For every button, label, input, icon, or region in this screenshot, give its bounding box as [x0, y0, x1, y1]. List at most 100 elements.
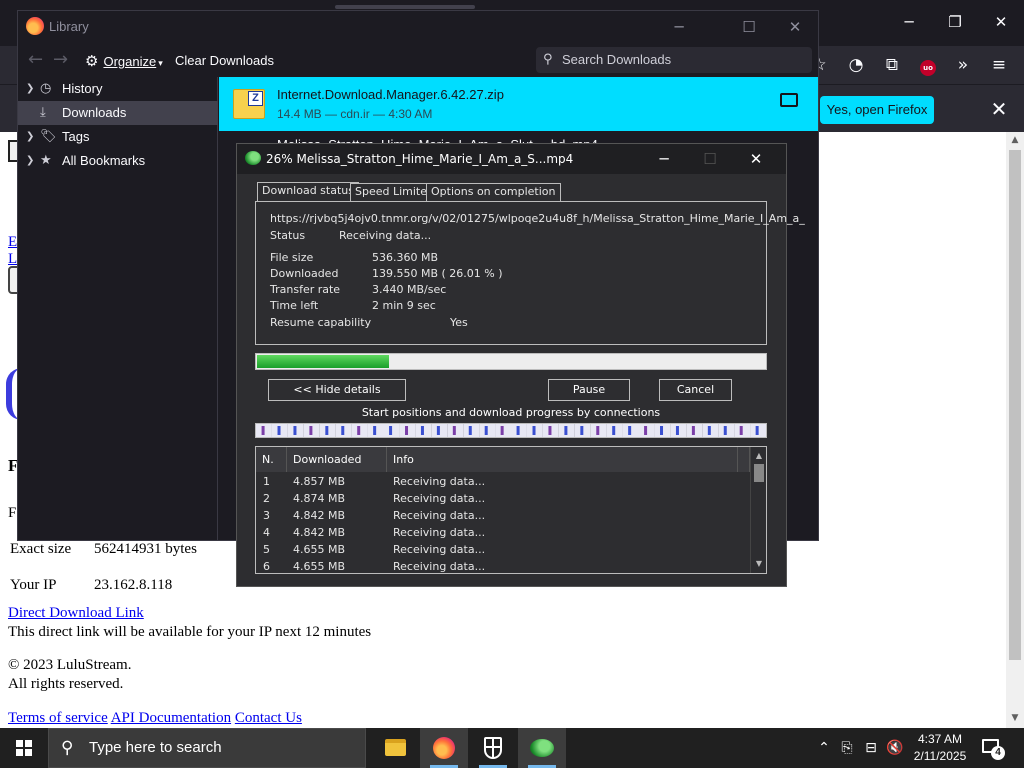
- start-button[interactable]: [0, 728, 48, 768]
- clear-downloads-button[interactable]: Clear Downloads: [175, 50, 274, 72]
- connection-marker: [660, 426, 664, 435]
- windows-logo-icon: [16, 740, 23, 747]
- chevron-right-icon[interactable]: ❯: [26, 77, 34, 101]
- sidebar-item-tags[interactable]: ❯ 🏷 Tags: [18, 125, 218, 149]
- column-header-downloaded[interactable]: Downloaded: [287, 447, 387, 472]
- file-explorer-icon[interactable]: [371, 728, 419, 768]
- hide-details-button[interactable]: << Hide details: [268, 379, 406, 401]
- library-toolbar: ← → ⚙ Organize ▾ Clear Downloads ⚲ Search …: [18, 43, 818, 77]
- taskbar-search-input[interactable]: ⚲ Type here to search: [48, 728, 366, 768]
- idm-icon: [245, 151, 261, 165]
- scrollbar-thumb[interactable]: [754, 464, 764, 482]
- search-downloads-input[interactable]: ⚲ Search Downloads: [536, 47, 812, 73]
- close-icon[interactable]: ✕: [978, 6, 1024, 38]
- tab-options-on-completion[interactable]: Options on completion: [426, 183, 561, 201]
- connection-marker: [707, 426, 711, 435]
- network-icon[interactable]: ⊟: [861, 738, 881, 758]
- column-header-info[interactable]: Info: [387, 447, 738, 472]
- back-arrow-icon[interactable]: ←: [28, 49, 43, 70]
- idm-tray-icon[interactable]: ⎘: [837, 738, 857, 758]
- open-firefox-button[interactable]: Yes, open Firefox: [820, 96, 934, 124]
- folder-icon[interactable]: [780, 93, 798, 107]
- conn-n: 4: [263, 526, 270, 539]
- download-icon: ⤓: [40, 105, 46, 120]
- table-scrollbar[interactable]: ▲ ▼: [750, 447, 766, 573]
- sidebar-item-downloads[interactable]: ⤓ Downloads: [18, 101, 218, 125]
- firefox-icon[interactable]: [420, 728, 468, 768]
- organize-menu[interactable]: ⚙ Organize ▾: [85, 50, 163, 72]
- download-status-panel: https://rjvbq5j4ojv0.tnmr.org/v/02/01275…: [255, 201, 805, 345]
- scrollbar-thumb[interactable]: [1009, 150, 1021, 660]
- detail-label: Transfer rate: [270, 283, 341, 296]
- browser-tab[interactable]: [335, 5, 475, 9]
- firefox-account-icon[interactable]: ◔: [843, 52, 869, 78]
- conn-info: Receiving data...: [393, 509, 486, 522]
- conn-n: 6: [263, 560, 270, 573]
- page-scrollbar[interactable]: ▲ ▼: [1006, 132, 1024, 728]
- connection-marker: [468, 426, 472, 435]
- idm-title: 26% Melissa_Stratton_Hime_Marie_I_Am_a_S…: [266, 152, 574, 166]
- download-progress-bar: [255, 353, 767, 370]
- security-shield-icon[interactable]: [469, 728, 517, 768]
- minimize-icon[interactable]: ─: [886, 6, 932, 38]
- windows-taskbar: ⚲ Type here to search ⌃ ⎘ ⊟ 🔇 4:37 AM 2/…: [0, 728, 1024, 768]
- connection-marker: [516, 426, 520, 435]
- terms-link[interactable]: Terms of service: [8, 710, 108, 726]
- overflow-chevron-icon[interactable]: »: [950, 52, 976, 78]
- idm-icon[interactable]: [518, 728, 566, 768]
- conn-info: Receiving data...: [393, 475, 486, 488]
- direct-download-link[interactable]: Direct Download Link: [8, 605, 144, 622]
- file-size-value: 536.360 MB: [372, 251, 439, 264]
- tag-icon: 🏷: [40, 129, 57, 144]
- download-item[interactable]: Z Internet.Download.Manager.6.42.27.zip …: [219, 77, 818, 131]
- notification-center-icon[interactable]: 4: [982, 738, 1005, 760]
- history-icon: ◷: [40, 81, 52, 96]
- connection-marker: [389, 426, 393, 435]
- taskbar-clock[interactable]: 4:37 AM 2/11/2025: [905, 731, 975, 765]
- connection-marker: [405, 426, 409, 435]
- scroll-down-icon[interactable]: ▼: [751, 557, 766, 571]
- chevron-up-icon[interactable]: ⌃: [814, 738, 834, 758]
- connection-marker: [580, 426, 584, 435]
- extensions-icon[interactable]: ⧉: [879, 52, 905, 78]
- close-icon[interactable]: ✕: [772, 13, 818, 41]
- sidebar-item-label: History: [62, 81, 103, 96]
- chevron-right-icon[interactable]: ❯: [26, 125, 34, 149]
- sidebar-item-all-bookmarks[interactable]: ❯ ★ All Bookmarks: [18, 149, 218, 173]
- library-title: Library: [49, 19, 89, 34]
- contact-link[interactable]: Contact Us: [235, 710, 302, 726]
- connections-label: Start positions and download progress by…: [361, 406, 661, 419]
- forward-arrow-icon[interactable]: →: [53, 49, 68, 70]
- minimize-icon[interactable]: ─: [641, 144, 687, 174]
- api-docs-link[interactable]: API Documentation: [111, 710, 231, 726]
- restore-icon[interactable]: ❐: [932, 6, 978, 38]
- conn-info: Receiving data...: [393, 526, 486, 539]
- close-icon[interactable]: ✕: [733, 144, 779, 174]
- volume-muted-icon[interactable]: 🔇: [885, 738, 905, 758]
- sidebar-item-history[interactable]: ❯ ◷ History: [18, 77, 218, 101]
- conn-n: 5: [263, 543, 270, 556]
- tab-download-status[interactable]: Download status: [257, 182, 359, 202]
- idm-download-dialog: 26% Melissa_Stratton_Hime_Marie_I_Am_a_S…: [236, 143, 805, 587]
- conn-info: Receiving data...: [393, 560, 486, 573]
- column-header-n[interactable]: N.: [256, 447, 287, 472]
- zip-file-icon: Z: [233, 89, 265, 119]
- scroll-down-icon[interactable]: ▼: [1006, 710, 1024, 726]
- page-link[interactable]: E: [8, 234, 17, 251]
- connection-marker: [675, 426, 679, 435]
- tab-speed-limiter[interactable]: Speed Limiter: [350, 183, 437, 201]
- scroll-up-icon[interactable]: ▲: [1006, 132, 1024, 148]
- connection-marker: [755, 426, 759, 435]
- conn-n: 2: [263, 492, 270, 505]
- cancel-button[interactable]: Cancel: [659, 379, 732, 401]
- ublock-icon[interactable]: uo: [915, 52, 941, 78]
- search-placeholder: Search Downloads: [562, 52, 672, 67]
- sidebar-item-label: Downloads: [62, 105, 127, 120]
- pause-button[interactable]: Pause: [548, 379, 630, 401]
- maximize-icon[interactable]: ☐: [726, 13, 772, 41]
- menu-icon[interactable]: ≡: [986, 52, 1012, 78]
- scroll-up-icon[interactable]: ▲: [751, 449, 766, 463]
- close-icon[interactable]: ✕: [986, 95, 1012, 123]
- chevron-right-icon[interactable]: ❯: [26, 149, 34, 173]
- minimize-icon[interactable]: ─: [656, 13, 702, 41]
